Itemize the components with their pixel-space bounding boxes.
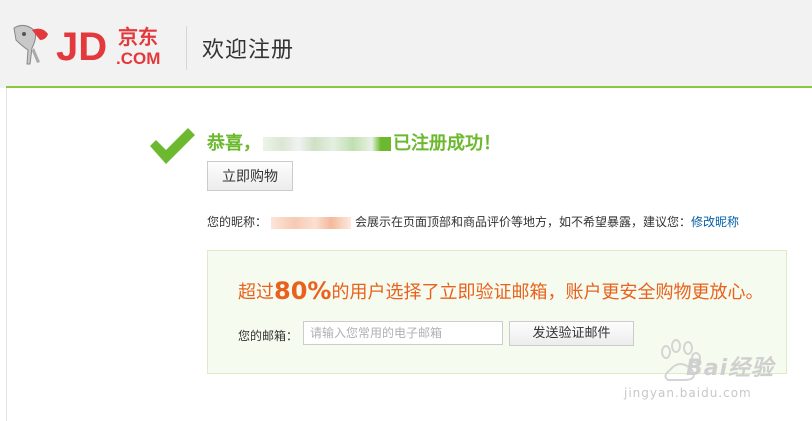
send-verify-email-button[interactable]: 发送验证邮件 [509,321,634,346]
jd-logo[interactable]: JD 京东 .COM [10,18,175,74]
logo-jd-text: JD [56,25,107,69]
jd-dog-mascot-icon [13,24,48,65]
content-left-border [6,88,7,421]
watermark-brand: Bai经验 [686,350,774,382]
email-label: 您的邮箱： [238,329,299,343]
success-suffix: 已注册成功！ [393,133,501,154]
nickname-info: 您的昵称： 会展示在页面顶部和商品评价等地方，如不希望暴露，建议您：修改昵称 [207,213,739,230]
email-input[interactable] [303,321,503,345]
page-header: JD 京东 .COM 欢迎注册 [0,0,812,88]
shop-now-button[interactable]: 立即购物 [207,161,293,191]
blurred-nickname [271,216,352,229]
nickname-note: 会展示在页面顶部和商品评价等地方，如不希望暴露，建议您： [355,215,692,229]
promo-percent: 80% [274,277,332,305]
nickname-label: 您的昵称： [207,215,268,229]
logo-com-text: .COM [116,49,160,68]
success-message: 恭喜， 已注册成功！ [207,129,501,155]
success-prefix: 恭喜， [207,133,261,154]
success-check-icon [150,128,195,164]
verify-promo-text: 超过80%的用户选择了立即验证邮箱，账户更安全购物更放心。 [238,277,763,305]
edit-nickname-link[interactable]: 修改昵称 [691,215,739,229]
promo-post: 的用户选择了立即验证邮箱，账户更安全购物更放心。 [331,282,764,303]
blurred-username [263,137,391,151]
promo-pre: 超过 [238,282,274,303]
watermark-brand-pre: Bai [686,356,729,381]
page-title: 欢迎注册 [202,38,295,63]
watermark-brand-post: 经验 [728,356,775,381]
logo-cn-text: 京东 [118,25,158,49]
header-divider [186,26,187,70]
watermark-url: jingyan.baidu.com [624,386,752,400]
